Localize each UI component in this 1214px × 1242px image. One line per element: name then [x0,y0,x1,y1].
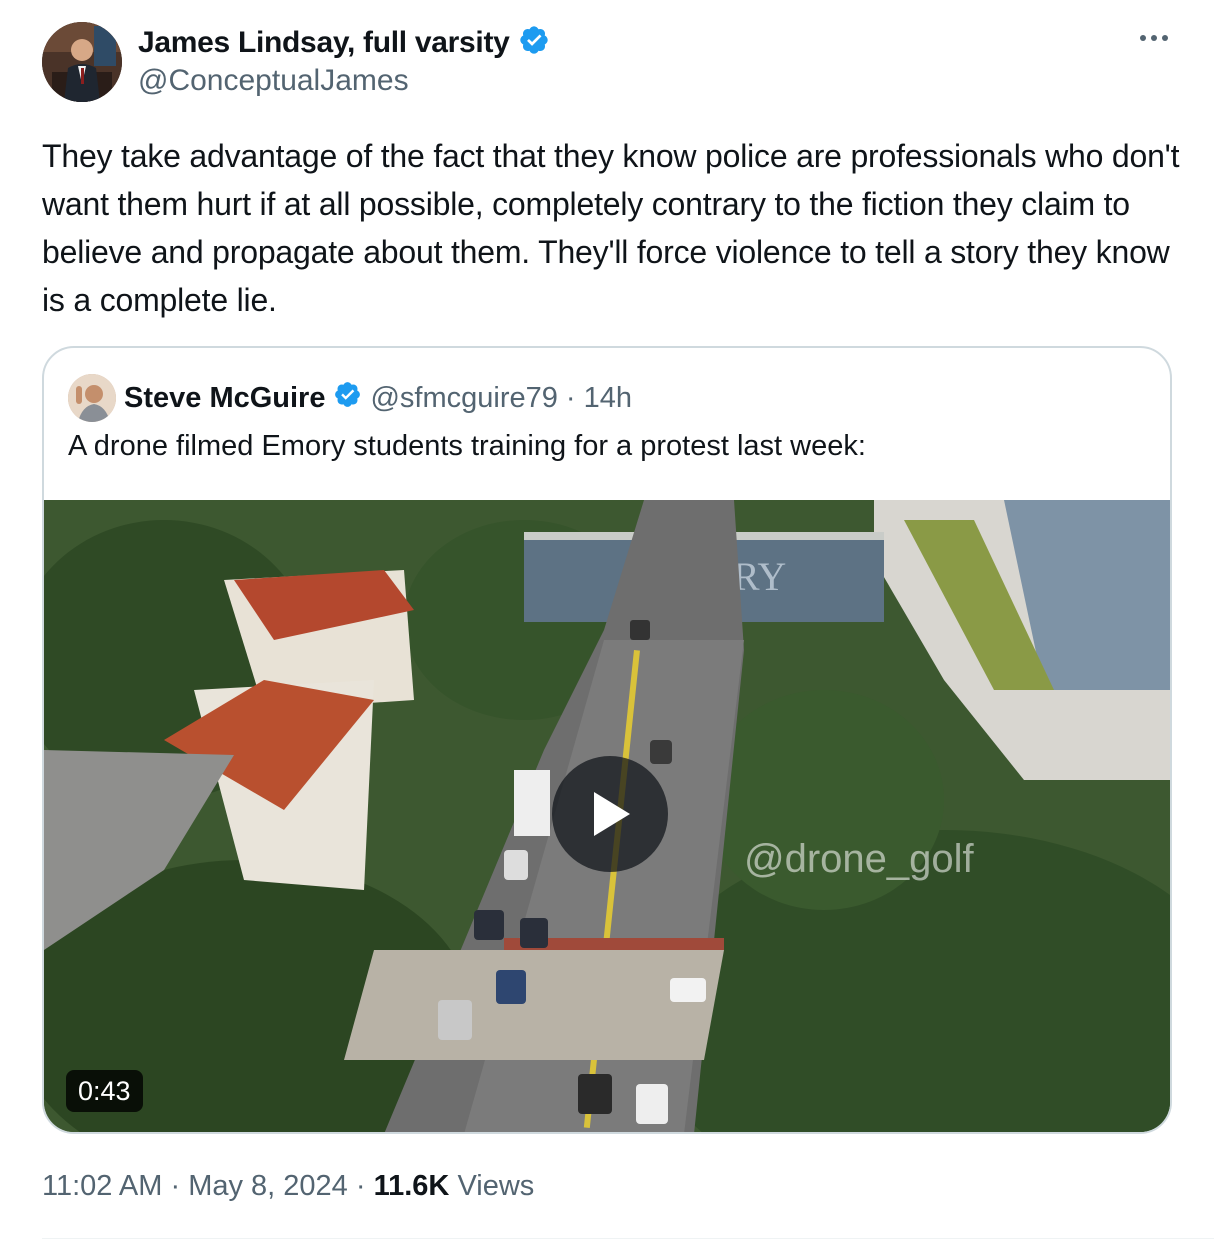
separator-dot: · [355,1170,366,1202]
video-player[interactable]: EMORY [44,500,1170,1132]
separator-dot: · [170,1170,181,1202]
verified-badge-icon [333,380,362,417]
author-avatar[interactable] [42,22,122,102]
quoted-tweet[interactable]: Steve McGuire @sfmcguire79 · 14h A drone… [42,346,1172,1134]
play-button[interactable] [552,756,668,872]
tweet-metadata: 11:02 AM · May 8, 2024 · 11.6K Views [42,1170,534,1203]
views-count: 11.6K [373,1170,450,1202]
tweet: James Lindsay, full varsity @ConceptualJ… [0,0,1214,1242]
divider [42,1238,1214,1239]
quoted-author-handle: @sfmcguire79 [370,382,558,414]
video-duration: 0:43 [66,1070,143,1112]
quoted-author-avatar [68,374,116,422]
post-date[interactable]: May 8, 2024 [188,1170,348,1202]
views-label: Views [457,1170,535,1202]
quoted-time: 14h [583,382,632,414]
post-time[interactable]: 11:02 AM [42,1170,162,1202]
author-handle[interactable]: @ConceptualJames [138,64,409,98]
separator-dot: · [565,382,576,414]
tweet-text: They take advantage of the fact that the… [42,132,1182,324]
video-watermark: @drone_golf [744,837,975,881]
more-options-icon[interactable] [1140,28,1174,48]
quoted-author-name: Steve McGuire [124,382,326,414]
verified-badge-icon [518,24,550,61]
tweet-text-content: They take advantage of the fact that the… [42,138,1180,318]
author-name[interactable]: James Lindsay, full varsity [138,26,510,60]
play-icon [594,792,630,836]
quoted-text: A drone filmed Emory students training f… [68,430,866,462]
